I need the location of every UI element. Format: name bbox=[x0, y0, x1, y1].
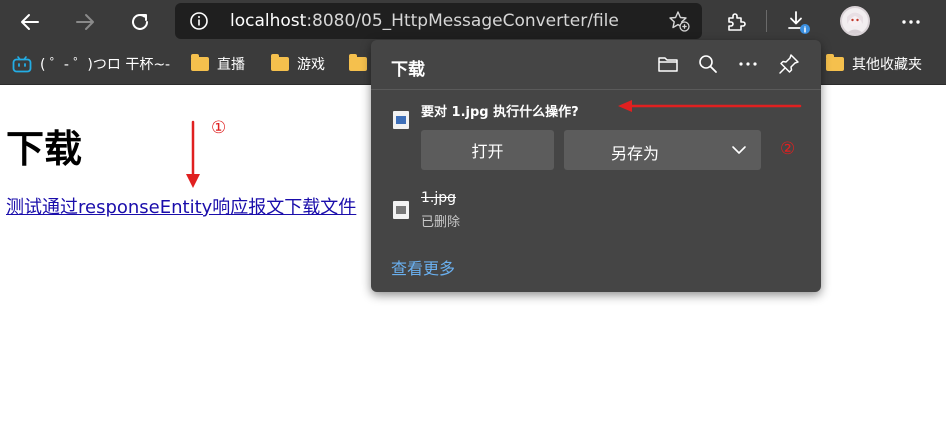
bookmark-other-favorites[interactable]: 其他收藏夹 bbox=[826, 54, 922, 74]
bookmark-live[interactable]: 直播 bbox=[191, 54, 245, 74]
file-name[interactable]: 1.jpg bbox=[421, 190, 456, 206]
annotation-marker-1: ① bbox=[211, 118, 227, 138]
downloads-panel: 下载 要对 1.jpg 执行什么操作? 打开 另存为 1.jpg 已删除 查看更… bbox=[371, 40, 821, 292]
save-as-button[interactable]: 另存为 bbox=[564, 130, 761, 170]
search-icon[interactable] bbox=[696, 52, 720, 76]
folder-icon bbox=[826, 54, 844, 71]
see-more-link[interactable]: 查看更多 bbox=[391, 255, 455, 279]
annotation-marker-2: ② bbox=[780, 139, 796, 159]
save-as-label: 另存为 bbox=[611, 144, 660, 163]
back-arrow-icon[interactable] bbox=[14, 6, 46, 38]
add-favorite-icon[interactable] bbox=[668, 10, 690, 32]
toolbar-divider bbox=[766, 10, 767, 32]
bookmark-label: 游戏 bbox=[297, 57, 325, 73]
page-heading: 下载 bbox=[6, 127, 83, 171]
open-folder-icon[interactable] bbox=[656, 52, 680, 76]
browser-window: localhost:8080/05_HttpMessageConverter/f… bbox=[0, 0, 946, 439]
folder-icon bbox=[191, 54, 209, 71]
panel-divider bbox=[371, 89, 821, 90]
address-bar[interactable]: localhost:8080/05_HttpMessageConverter/f… bbox=[175, 3, 702, 39]
bookmark-games[interactable]: 游戏 bbox=[271, 54, 325, 74]
refresh-icon[interactable] bbox=[124, 6, 156, 38]
forward-arrow-icon[interactable] bbox=[69, 6, 101, 38]
downloads-title: 下载 bbox=[391, 60, 425, 80]
annotation-arrow-left bbox=[618, 100, 802, 112]
download-file-link[interactable]: 测试通过responseEntity响应报文下载文件 bbox=[6, 193, 356, 219]
download-info-badge: i bbox=[804, 26, 807, 35]
file-status: 已删除 bbox=[421, 215, 461, 230]
bookmark-label: ( ゜- ゜)つロ 干杯~- bbox=[40, 57, 171, 73]
annotation-arrow-down bbox=[186, 120, 200, 188]
folder-icon bbox=[271, 54, 289, 71]
settings-more-icon[interactable] bbox=[895, 6, 927, 38]
file-icon bbox=[393, 201, 409, 219]
bookmark-label: 直播 bbox=[217, 57, 245, 73]
open-button[interactable]: 打开 bbox=[421, 130, 554, 170]
site-info-icon[interactable] bbox=[189, 11, 209, 31]
profile-avatar[interactable] bbox=[840, 6, 870, 36]
url-host: localhost bbox=[230, 11, 307, 31]
downloads-icon[interactable]: i bbox=[782, 6, 814, 38]
pin-icon[interactable] bbox=[777, 52, 801, 76]
download-prompt: 要对 1.jpg 执行什么操作? bbox=[421, 105, 579, 120]
chevron-down-icon[interactable] bbox=[731, 142, 747, 158]
bookmark-bilibili[interactable]: ( ゜- ゜)つロ 干杯~- bbox=[12, 54, 170, 74]
bilibili-icon bbox=[12, 56, 32, 73]
extensions-icon[interactable] bbox=[720, 6, 752, 38]
bookmark-folder-hidden[interactable] bbox=[349, 54, 367, 74]
address-url[interactable]: localhost:8080/05_HttpMessageConverter/f… bbox=[230, 11, 619, 31]
bookmark-label: 其他收藏夹 bbox=[852, 57, 922, 73]
browser-toolbar: localhost:8080/05_HttpMessageConverter/f… bbox=[0, 0, 946, 43]
image-file-icon bbox=[393, 111, 409, 129]
folder-icon bbox=[349, 54, 367, 71]
more-options-icon[interactable] bbox=[736, 52, 760, 76]
url-path: :8080/05_HttpMessageConverter/file bbox=[306, 11, 619, 31]
